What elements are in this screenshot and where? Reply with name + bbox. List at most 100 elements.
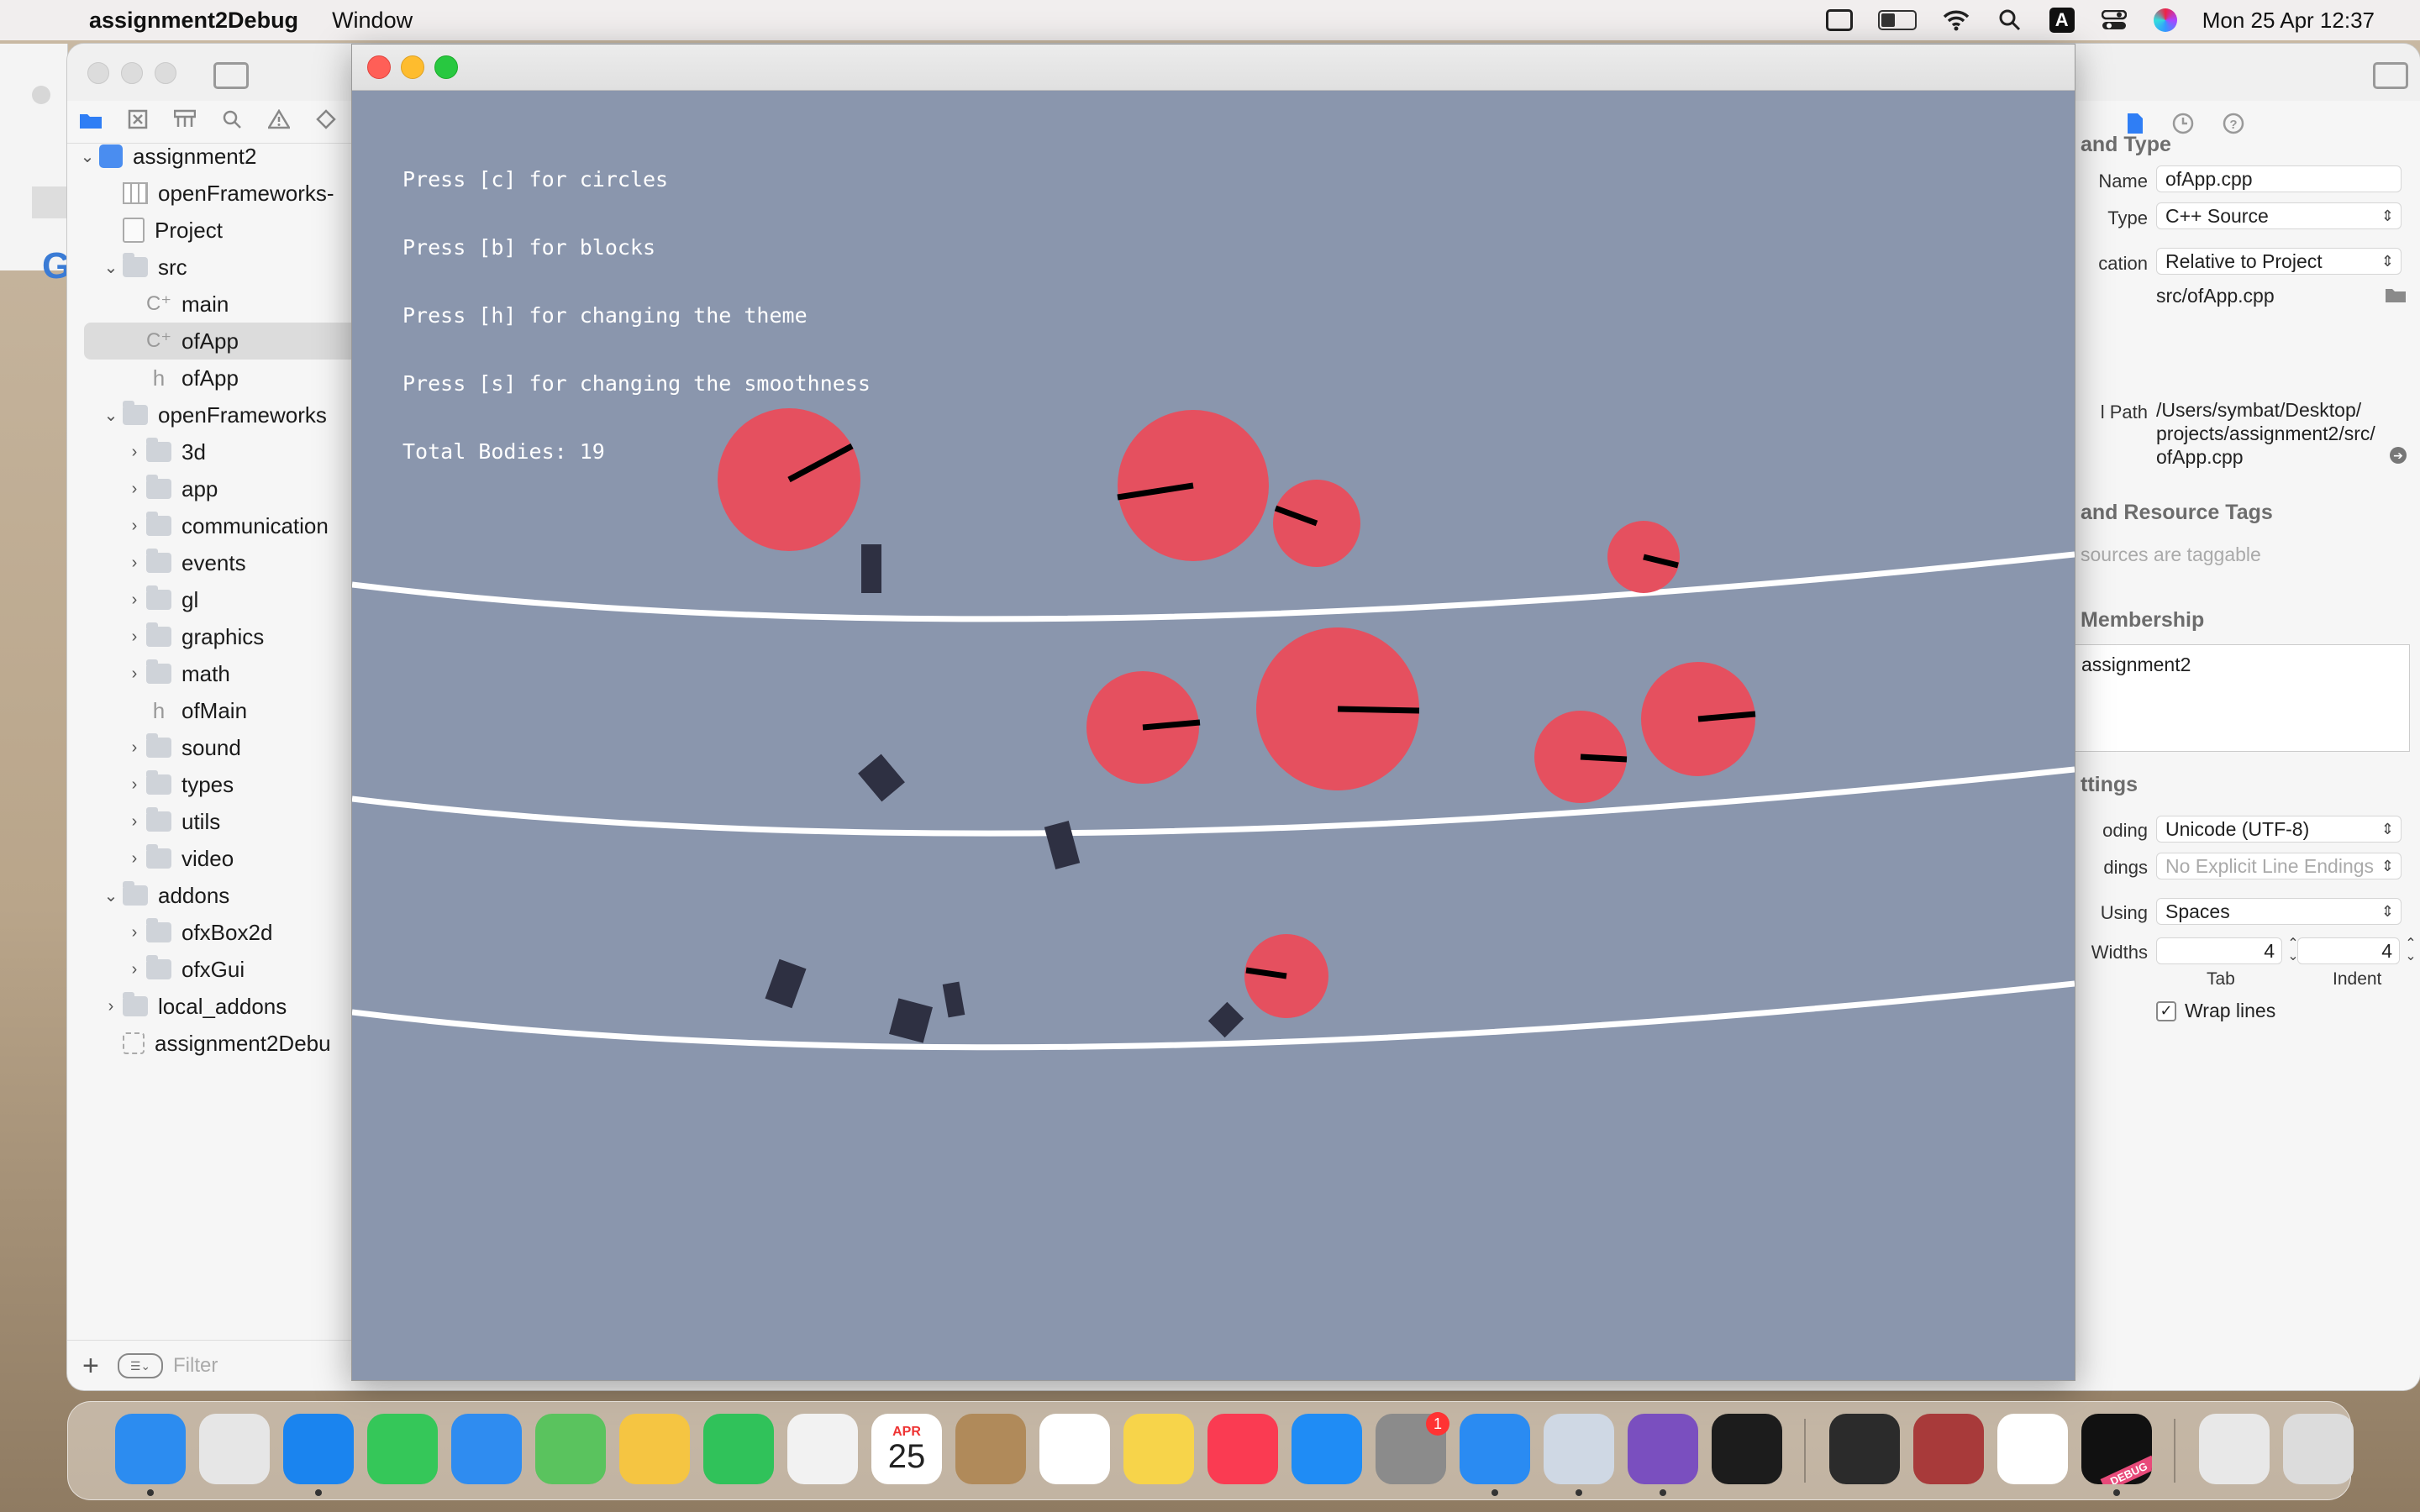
navigator-item[interactable]: › math <box>67 655 353 692</box>
messages-icon[interactable] <box>367 1414 438 1484</box>
wrap-lines-checkbox[interactable]: ✓ Wrap lines <box>2156 1000 2275 1022</box>
indent-using-select[interactable]: Spaces <box>2156 898 2402 925</box>
navigator-item[interactable]: › ofxBox2d <box>67 914 353 951</box>
navigator-item[interactable]: ⌄ src <box>67 249 353 286</box>
navigator-item[interactable]: › graphics <box>67 618 353 655</box>
photos-icon[interactable] <box>619 1414 690 1484</box>
wifi-icon[interactable] <box>1942 8 1970 32</box>
navigator-item[interactable]: ⌄ openFrameworks <box>67 396 353 433</box>
word-icon[interactable] <box>1997 1414 2068 1484</box>
navigator-item[interactable]: › ofxGui <box>67 951 353 988</box>
indent-width-field[interactable]: 4 <box>2297 937 2400 964</box>
navigator-item[interactable]: › app <box>67 470 353 507</box>
dictionary-icon[interactable] <box>1913 1414 1984 1484</box>
navigator-item[interactable]: › sound <box>67 729 353 766</box>
chevron-right-icon[interactable]: › <box>123 480 146 499</box>
input-source-icon[interactable]: A <box>2049 8 2075 33</box>
navigator-item[interactable]: Project <box>67 212 353 249</box>
mail-icon[interactable] <box>451 1414 522 1484</box>
assignment2-debug-icon[interactable]: DEBUG <box>2081 1414 2152 1484</box>
membership-target-item[interactable]: assignment2 <box>2081 654 2191 676</box>
navigator-item[interactable]: › video <box>67 840 353 877</box>
launchpad-icon[interactable] <box>199 1414 270 1484</box>
simulation-canvas[interactable]: Press [c] for circles Press [b] for bloc… <box>352 91 2075 1380</box>
navigator-item[interactable]: C⁺ main <box>67 286 353 323</box>
chevron-right-icon[interactable]: › <box>123 738 146 758</box>
chevron-down-icon[interactable]: ⌄ <box>99 405 123 426</box>
chevron-right-icon[interactable]: › <box>123 554 146 573</box>
file-type-select[interactable]: C++ Source <box>2156 202 2402 229</box>
navigator-item[interactable]: › 3d <box>67 433 353 470</box>
chevron-down-icon[interactable]: ⌄ <box>76 146 99 167</box>
chevron-right-icon[interactable]: › <box>123 775 146 795</box>
xcode-icon[interactable] <box>1460 1414 1530 1484</box>
trash-icon[interactable] <box>2283 1414 2354 1484</box>
terminal-icon[interactable] <box>1712 1414 1782 1484</box>
app-close-button[interactable] <box>367 55 391 79</box>
name-field[interactable]: ofApp.cpp <box>2156 165 2402 192</box>
xcode-close-button[interactable] <box>87 62 109 84</box>
navigator-item[interactable]: › types <box>67 766 353 803</box>
screen-mirroring-icon[interactable] <box>1825 9 1853 31</box>
filter-options-icon[interactable]: ☰⌄ <box>118 1353 163 1378</box>
navigator-item[interactable]: openFrameworks- <box>67 175 353 212</box>
maps-icon[interactable] <box>535 1414 606 1484</box>
chevron-right-icon[interactable]: › <box>123 849 146 869</box>
app-minimize-button[interactable] <box>401 55 424 79</box>
navigator-item[interactable]: ⌄ addons <box>67 877 353 914</box>
reveal-arrow-icon[interactable]: ➔ <box>2390 447 2407 464</box>
issue-navigator-icon[interactable] <box>255 108 302 135</box>
navigator-item[interactable]: › local_addons <box>67 988 353 1025</box>
filter-input[interactable]: Filter <box>173 1354 218 1378</box>
chevron-down-icon[interactable]: ⌄ <box>99 885 123 906</box>
line-endings-select[interactable]: No Explicit Line Endings <box>2156 853 2402 879</box>
finder-icon[interactable] <box>115 1414 186 1484</box>
symbol-navigator-icon[interactable] <box>161 109 208 135</box>
notes-icon[interactable] <box>1123 1414 1194 1484</box>
window-preview-icon[interactable] <box>2199 1414 2270 1484</box>
source-control-navigator-icon[interactable] <box>114 109 161 135</box>
reveal-folder-icon[interactable] <box>2385 286 2407 308</box>
navigator-item[interactable]: h ofMain <box>67 692 353 729</box>
menubar-clock[interactable]: Mon 25 Apr 12:37 <box>2202 8 2375 34</box>
preview-icon[interactable] <box>1544 1414 1614 1484</box>
siri-icon[interactable] <box>2153 8 2177 32</box>
app-store-icon[interactable] <box>1292 1414 1362 1484</box>
navigator-item[interactable]: assignment2Debu <box>67 1025 353 1062</box>
music-icon[interactable] <box>1207 1414 1278 1484</box>
browser-tab-icon[interactable] <box>32 186 67 218</box>
quicktime-icon[interactable] <box>1829 1414 1900 1484</box>
navigator-item[interactable]: › events <box>67 544 353 581</box>
chevron-right-icon[interactable]: › <box>123 591 146 610</box>
app-menu[interactable]: assignment2Debug <box>89 8 298 34</box>
facetime-icon[interactable] <box>703 1414 774 1484</box>
navigator-item[interactable]: › communication <box>67 507 353 544</box>
chevron-right-icon[interactable]: › <box>123 960 146 979</box>
chevron-right-icon[interactable]: › <box>123 627 146 647</box>
window-menu[interactable]: Window <box>332 8 413 34</box>
indent-width-stepper[interactable]: ⌃ ⌄ <box>2403 937 2418 964</box>
history-inspector-tab-icon[interactable] <box>2172 113 2194 140</box>
help-inspector-tab-icon[interactable]: ? <box>2223 113 2244 140</box>
spotlight-search-icon[interactable] <box>1996 8 2024 32</box>
app-zoom-button[interactable] <box>434 55 458 79</box>
chevron-right-icon[interactable]: › <box>123 664 146 684</box>
xcode-zoom-button[interactable] <box>155 62 176 84</box>
chevron-right-icon[interactable]: › <box>123 923 146 942</box>
navigator-item[interactable]: › gl <box>67 581 353 618</box>
test-navigator-icon[interactable] <box>302 108 350 135</box>
xcode-minimize-button[interactable] <box>121 62 143 84</box>
chevron-right-icon[interactable]: › <box>123 812 146 832</box>
inspector-toggle-icon[interactable] <box>2373 62 2408 89</box>
navigator-toggle-icon[interactable] <box>213 62 249 89</box>
github-desktop-icon[interactable] <box>1628 1414 1698 1484</box>
battery-icon[interactable] <box>1877 10 1917 30</box>
location-select[interactable]: Relative to Project <box>2156 248 2402 275</box>
add-file-button[interactable]: + <box>82 1350 108 1383</box>
navigator-item[interactable]: › utils <box>67 803 353 840</box>
chevron-right-icon[interactable]: › <box>123 517 146 536</box>
control-center-icon[interactable] <box>2100 8 2128 32</box>
window-close-button[interactable] <box>32 86 50 104</box>
navigator-item[interactable]: ⌄ assignment2 <box>67 138 353 175</box>
tags-field[interactable]: sources are taggable <box>2072 541 2408 568</box>
